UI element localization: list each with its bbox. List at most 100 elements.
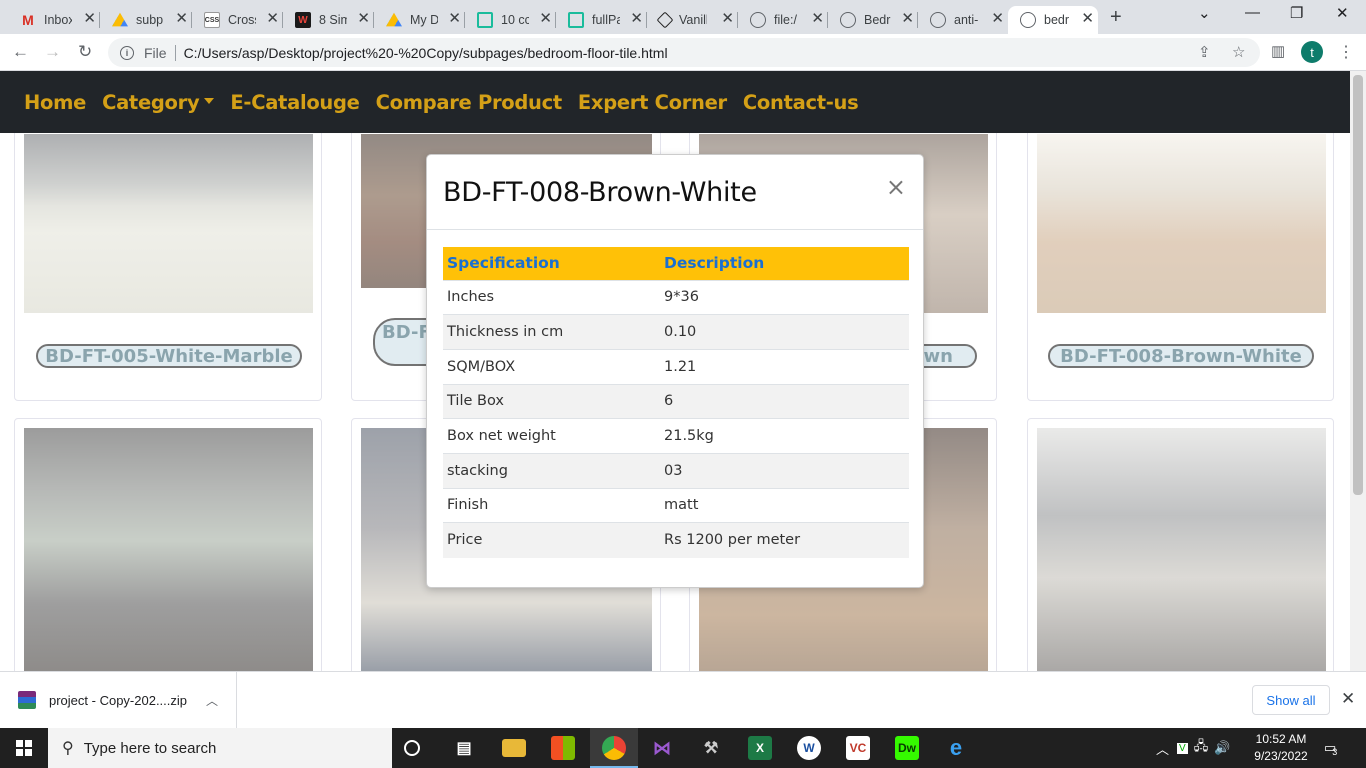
- restore-icon[interactable]: ❐: [1290, 4, 1303, 22]
- minimize-icon[interactable]: —: [1245, 4, 1260, 21]
- tab-close-icon[interactable]: ✕: [448, 11, 461, 26]
- excel-icon[interactable]: X: [748, 736, 772, 760]
- tab-close-icon[interactable]: ✕: [266, 11, 279, 26]
- visual-studio-icon[interactable]: ⋈: [650, 736, 674, 760]
- tab-close-icon[interactable]: ✕: [357, 11, 370, 26]
- tab-close-icon[interactable]: ✕: [721, 11, 734, 26]
- table-header-row: Specification Description: [443, 247, 909, 280]
- value-cell: 0.10: [660, 314, 909, 350]
- browser-tab[interactable]: 10 cc ✕: [465, 6, 556, 34]
- app-icon[interactable]: W: [797, 736, 821, 760]
- search-icon: ⚲: [62, 740, 74, 757]
- tab-close-icon[interactable]: ✕: [811, 11, 824, 26]
- chrome-icon[interactable]: [602, 736, 626, 760]
- table-row: stacking 03: [443, 452, 909, 489]
- nav-e-catalogue[interactable]: E-Catalouge: [230, 91, 360, 114]
- table-row: SQM/BOX 1.21: [443, 348, 909, 385]
- modal-title: BD-FT-008-Brown-White: [443, 177, 757, 208]
- cortana-icon[interactable]: [404, 740, 420, 756]
- download-bar: project - Copy-202....zip ︿ Show all ✕: [0, 671, 1366, 728]
- tab-title: 10 cc: [501, 13, 529, 27]
- tab-title: anti-: [954, 13, 979, 27]
- back-icon[interactable]: ←: [12, 42, 29, 62]
- file-explorer-icon[interactable]: [502, 739, 526, 757]
- url-text[interactable]: C:/Users/asp/Desktop/project%20-%20Copy/…: [184, 45, 668, 61]
- tab-title: My D: [410, 13, 438, 27]
- address-bar[interactable]: i File C:/Users/asp/Desktop/project%20-%…: [108, 38, 1260, 67]
- browser-tab-active[interactable]: bedr ✕: [1008, 6, 1098, 34]
- spec-cell: stacking: [443, 452, 660, 489]
- browser-tab[interactable]: Bedr ✕: [828, 6, 918, 34]
- nav-category[interactable]: Category: [102, 91, 215, 114]
- share-icon[interactable]: ⇪: [1198, 43, 1211, 61]
- browser-tab[interactable]: Vanill ✕: [647, 6, 738, 34]
- reload-icon[interactable]: ↻: [78, 42, 92, 62]
- browser-tab[interactable]: subp ✕: [100, 6, 192, 34]
- spec-cell: Tile Box: [443, 383, 660, 419]
- task-view-icon[interactable]: ▤: [452, 736, 476, 760]
- dreamweaver-icon[interactable]: Dw: [895, 736, 919, 760]
- browser-tab[interactable]: CSS Cross ✕: [192, 6, 283, 34]
- site-navbar: Home Category E-Catalouge Compare Produc…: [0, 71, 1350, 133]
- nav-compare-product[interactable]: Compare Product: [376, 91, 563, 114]
- chevron-up-icon[interactable]: ︿: [1156, 739, 1169, 758]
- show-all-button[interactable]: Show all: [1252, 685, 1330, 715]
- tab-title: Vanill: [679, 13, 707, 27]
- start-button[interactable]: [0, 728, 48, 768]
- css3-icon: CSS: [204, 12, 220, 28]
- tab-close-icon[interactable]: ✕: [539, 11, 552, 26]
- globe-icon: [840, 12, 856, 28]
- close-icon[interactable]: ×: [886, 173, 906, 201]
- chevron-up-icon[interactable]: ︿: [206, 692, 218, 709]
- side-panel-icon[interactable]: ▥: [1271, 42, 1285, 60]
- notification-center[interactable]: ▭ 3: [1324, 728, 1337, 768]
- tab-close-icon[interactable]: ✕: [83, 11, 96, 26]
- tab-close-icon[interactable]: ✕: [991, 11, 1004, 26]
- window-close-icon[interactable]: ✕: [1336, 4, 1349, 22]
- tab-close-icon[interactable]: ✕: [1081, 11, 1094, 26]
- site-info-icon[interactable]: i: [120, 45, 134, 60]
- tab-close-icon[interactable]: ✕: [630, 11, 643, 26]
- value-cell: 9*36: [660, 279, 909, 315]
- table-row: Finish matt: [443, 487, 909, 523]
- vc-tray-icon[interactable]: V: [1177, 742, 1188, 754]
- google-drive-icon: [112, 12, 128, 27]
- taskbar-clock[interactable]: 10:52 AM 9/23/2022: [1248, 731, 1314, 765]
- search-placeholder: Type here to search: [83, 739, 217, 757]
- nav-expert-corner[interactable]: Expert Corner: [578, 91, 727, 114]
- tab-close-icon[interactable]: ✕: [175, 11, 188, 26]
- volume-icon[interactable]: 🔊: [1214, 740, 1230, 756]
- browser-tab[interactable]: M Inbox ✕: [8, 6, 100, 34]
- tab-close-icon[interactable]: ✕: [901, 11, 914, 26]
- new-tab-icon[interactable]: +: [1110, 6, 1122, 29]
- browser-tab[interactable]: fullPa ✕: [556, 6, 647, 34]
- spec-cell: Box net weight: [443, 418, 660, 454]
- tab-title: bedr: [1044, 13, 1070, 27]
- nav-home[interactable]: Home: [24, 91, 86, 114]
- browser-tab[interactable]: file:/ ✕: [738, 6, 828, 34]
- avatar[interactable]: t: [1301, 41, 1323, 63]
- value-cell: 03: [660, 452, 909, 489]
- scrollbar-thumb[interactable]: [1353, 75, 1363, 495]
- network-icon[interactable]: 🖧: [1194, 737, 1209, 759]
- browser-tab[interactable]: W 8 Sim ✕: [283, 6, 374, 34]
- table-row: Price Rs 1200 per meter: [443, 522, 909, 558]
- bookmark-star-icon[interactable]: ☆: [1232, 43, 1245, 61]
- tools-icon[interactable]: ⚒: [699, 736, 723, 760]
- forward-icon[interactable]: →: [44, 42, 61, 62]
- close-icon[interactable]: ✕: [1341, 689, 1355, 709]
- menu-icon[interactable]: ⋮: [1338, 42, 1354, 62]
- edge-icon[interactable]: e: [944, 735, 968, 760]
- download-item[interactable]: project - Copy-202....zip ︿: [0, 672, 237, 728]
- vc-icon[interactable]: VC: [846, 736, 870, 760]
- value-cell: 1.21: [660, 348, 909, 385]
- globe-icon: [1020, 12, 1036, 28]
- spec-cell: SQM/BOX: [443, 348, 660, 385]
- tab-title: file:/: [774, 13, 797, 27]
- microsoft-store-icon[interactable]: [551, 736, 575, 760]
- tab-search-icon[interactable]: ⌄: [1198, 4, 1211, 22]
- nav-contact-us[interactable]: Contact-us: [743, 91, 859, 114]
- browser-tab[interactable]: My D ✕: [374, 6, 465, 34]
- browser-tab[interactable]: anti- ✕: [918, 6, 1008, 34]
- taskbar-search-box[interactable]: ⚲ Type here to search: [48, 728, 392, 768]
